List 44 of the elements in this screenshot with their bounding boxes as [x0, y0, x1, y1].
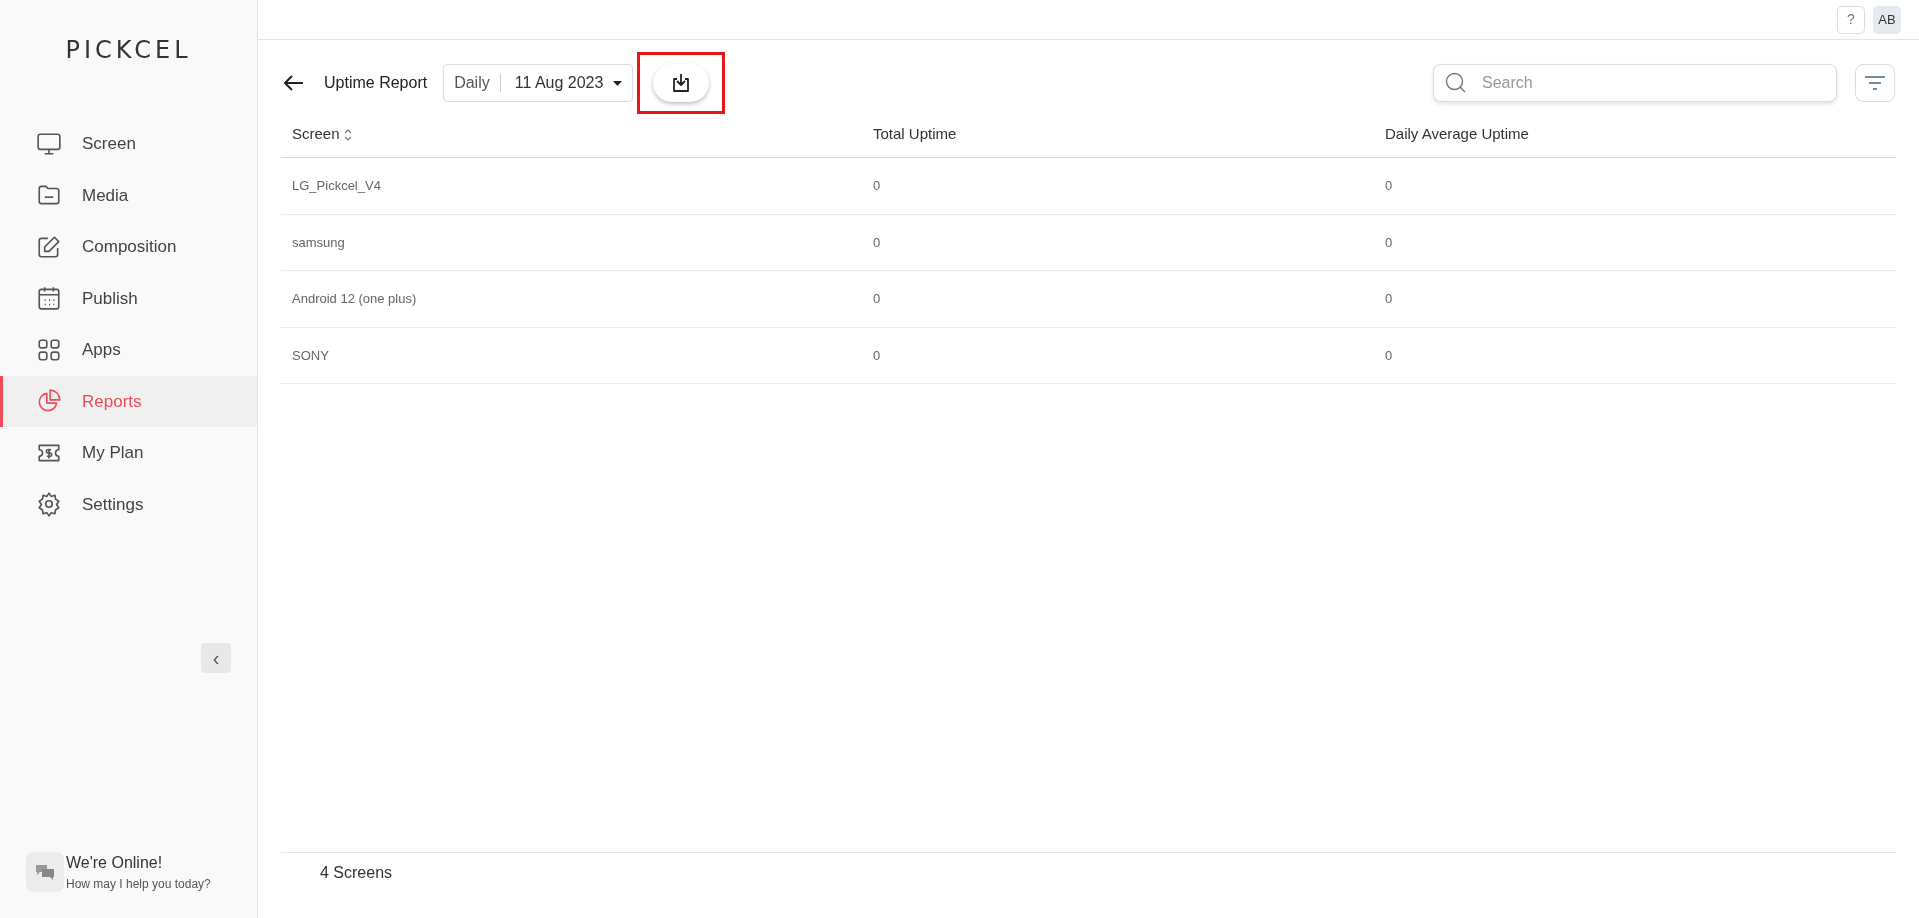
sidebar-item[interactable]: Publish [0, 272, 257, 324]
grid-icon [36, 336, 62, 363]
table-cell-text: 0 [1385, 346, 1393, 365]
column-header[interactable]: Screen [292, 123, 340, 146]
filter-icon [1865, 76, 1885, 90]
table-cell-text: 0 [873, 290, 881, 308]
caret-icon [613, 80, 623, 86]
sort-icon[interactable] [343, 128, 352, 141]
column-header: Daily Average Uptime [1385, 124, 1529, 145]
help-button[interactable]: ? [1837, 5, 1865, 34]
table-cell-text: 0 [1385, 233, 1393, 252]
search-icon [1445, 72, 1467, 94]
collapse-button[interactable]: ‹ [201, 643, 231, 673]
screen-count: 4 Screens [320, 862, 393, 883]
date-dropdown[interactable]: Daily 11 Aug 2023 [443, 64, 634, 102]
user-avatar[interactable]: AB [1873, 5, 1901, 34]
table-cell-text: 0 [873, 233, 881, 252]
sidebar-item[interactable]: Apps [0, 324, 257, 376]
table-cell-text: 0 [1385, 177, 1393, 195]
chat-subtitle: How may I help you today? [66, 876, 211, 893]
table-cell-text: 0 [1385, 290, 1393, 308]
monitor-icon [36, 130, 62, 157]
logo: PICKCEL [65, 35, 192, 66]
download-button[interactable] [653, 64, 710, 102]
search-field[interactable]: Search [1433, 64, 1837, 102]
edit-icon [36, 233, 62, 260]
chat-title: We're Online! [66, 853, 164, 873]
table-cell-text: 0 [873, 177, 881, 195]
sidebar-item[interactable]: My Plan [0, 427, 257, 479]
table-cell-text: SONY [292, 346, 329, 365]
table-cell-text: Android 12 (one plus) [292, 290, 417, 308]
calendar-icon [36, 285, 62, 312]
sidebar-item[interactable]: Composition [0, 221, 257, 273]
table-cell-text: samsung [292, 233, 345, 252]
chat-icon[interactable] [26, 852, 64, 892]
table-cell-text: LG_Pickcel_V4 [292, 177, 381, 195]
column-header: Total Uptime [873, 124, 957, 145]
settings-icon [36, 491, 62, 518]
filter-button[interactable] [1855, 64, 1895, 102]
sidebar-item[interactable]: Settings [0, 478, 257, 530]
sidebar-item[interactable]: Media [0, 169, 257, 221]
table-cell-text: 0 [873, 346, 881, 365]
page-title: Uptime Report [324, 73, 428, 93]
sidebar-item[interactable]: Screen [0, 118, 257, 170]
